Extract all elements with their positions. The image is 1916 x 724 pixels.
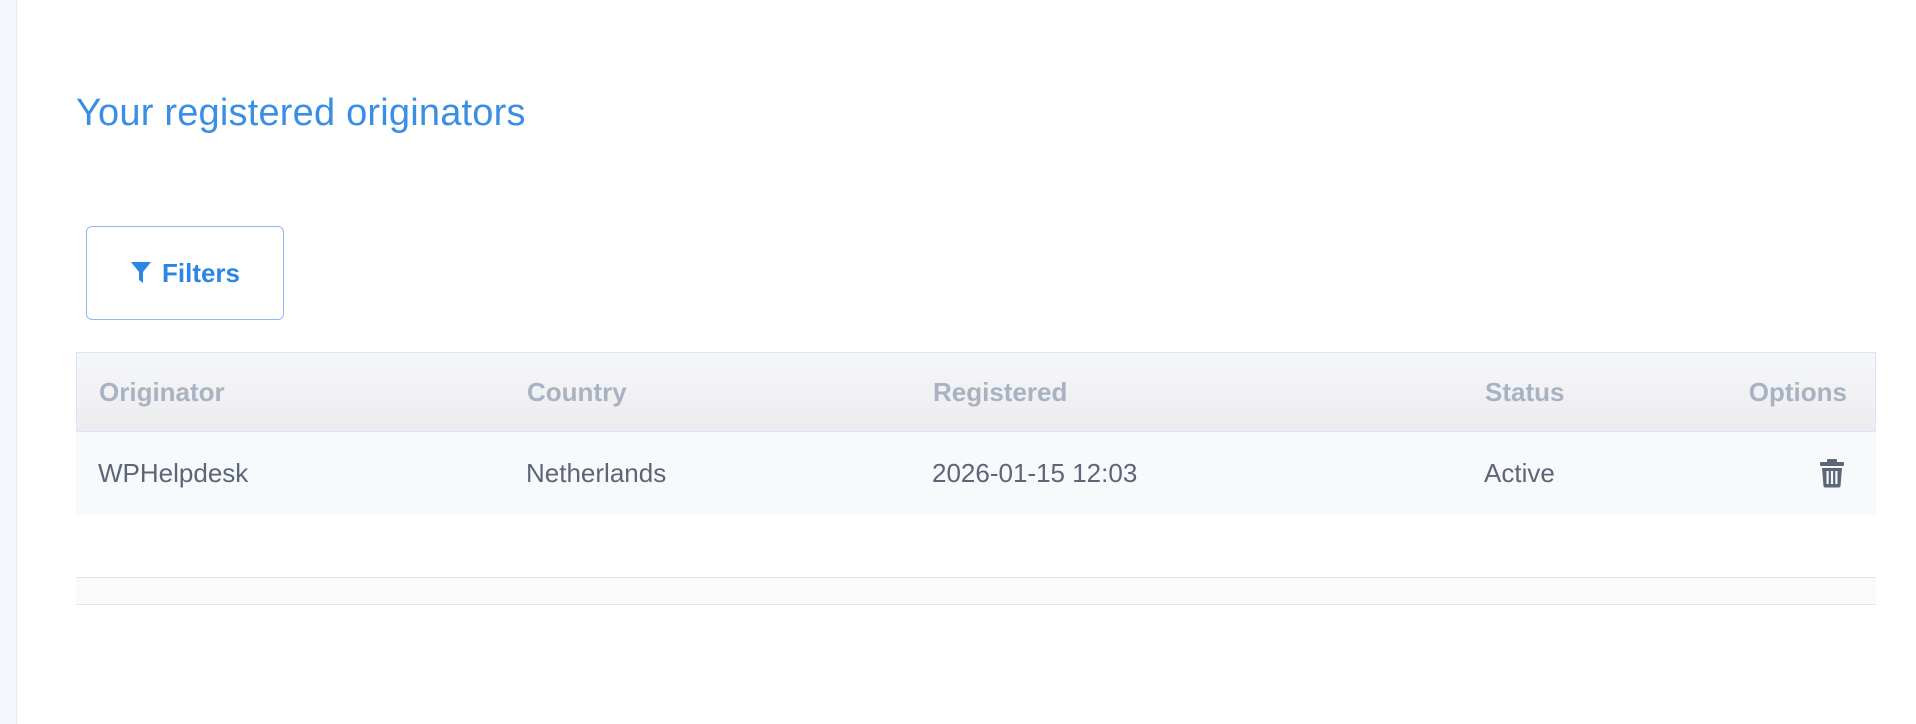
table-footer (76, 577, 1876, 605)
cell-registered: 2026-01-15 12:03 (932, 457, 1138, 488)
column-header-country[interactable]: Country (527, 353, 627, 431)
cell-originator: WPHelpdesk (98, 457, 249, 488)
cell-country: Netherlands (526, 457, 667, 488)
originators-table: Originator Country Registered Status Opt… (76, 352, 1876, 514)
page-title: Your registered originators (76, 92, 526, 134)
filters-button[interactable]: Filters (86, 226, 284, 320)
table-row: WPHelpdesk Netherlands 2026-01-15 12:03 … (76, 432, 1876, 514)
filters-button-label: Filters (161, 257, 241, 288)
cell-options (1816, 432, 1848, 514)
table-header: Originator Country Registered Status Opt… (76, 352, 1876, 432)
column-header-originator[interactable]: Originator (99, 353, 225, 431)
column-header-status[interactable]: Status (1485, 353, 1564, 431)
trash-icon[interactable] (1816, 455, 1848, 491)
cell-status: Active (1484, 457, 1555, 488)
column-header-options: Options (1748, 376, 1847, 407)
sidebar-edge (0, 0, 17, 724)
column-header-registered[interactable]: Registered (933, 353, 1067, 431)
filter-icon (130, 261, 152, 285)
